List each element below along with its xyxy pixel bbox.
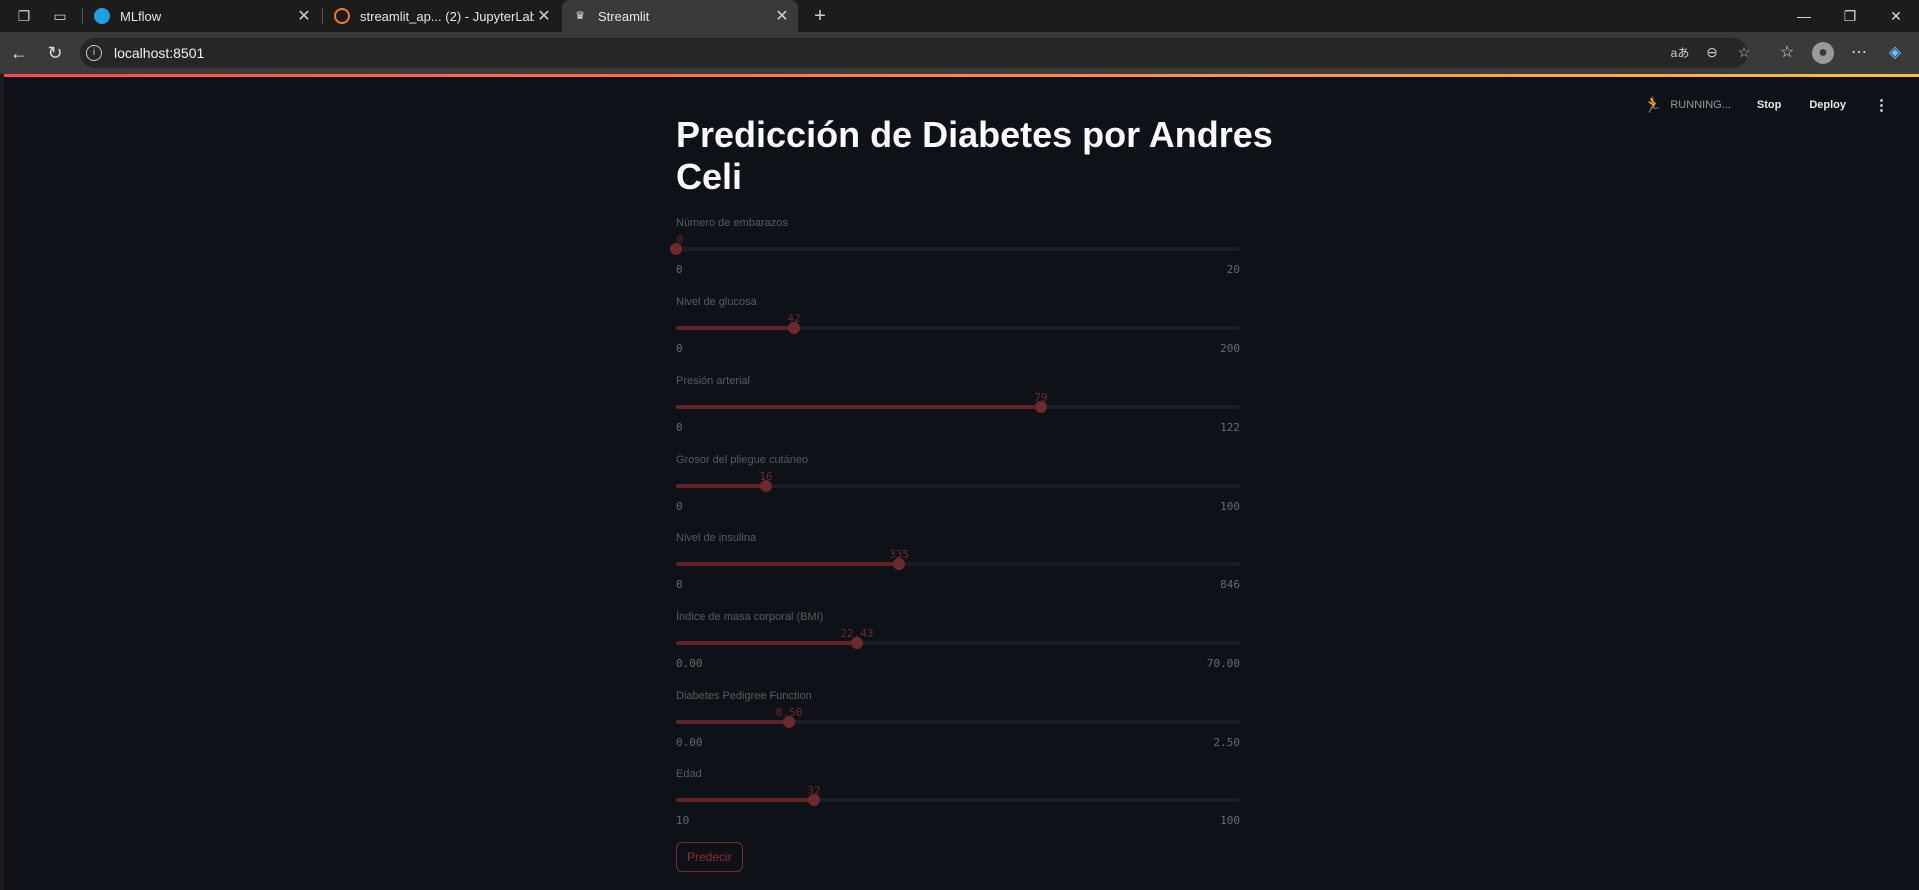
slider-track[interactable] <box>676 558 1240 570</box>
slider-thumb[interactable] <box>760 480 772 492</box>
slider-track[interactable] <box>670 243 1240 255</box>
predict-button[interactable]: Predecir <box>676 842 743 872</box>
slider[interactable]: Número de embarazos 0 0 20 <box>670 217 1240 297</box>
site-info-icon[interactable]: i <box>86 45 102 61</box>
slider-label: Número de embarazos <box>676 217 788 229</box>
app-header-status: 🏃 RUNNING... Stop Deploy ⋮ <box>1644 96 1889 114</box>
refresh-icon[interactable]: ↻ <box>44 42 66 64</box>
mlflow-icon <box>94 8 110 24</box>
slider-max: 100 <box>1220 500 1240 513</box>
url-text: localhost:8501 <box>114 45 205 61</box>
tab-jupyterlab[interactable]: streamlit_ap... (2) - JupyterLab ✕ <box>324 0 560 32</box>
slider[interactable]: Índice de masa corporal (BMI) 22.43 0.00 70… <box>676 611 1240 691</box>
slider-label: Diabetes Pedigree Function <box>676 690 812 702</box>
slider-fill <box>676 405 1041 409</box>
slider-track[interactable] <box>676 794 1240 806</box>
slider-fill <box>676 641 857 645</box>
slider[interactable]: Grosor del pliegue cutáneo 16 0 100 <box>676 454 1240 534</box>
slider[interactable]: Edad 32 10 100 <box>676 768 1240 848</box>
tab-label: Streamlit <box>598 8 650 24</box>
running-status: RUNNING... <box>1670 99 1731 111</box>
streamlit-icon: ♛ <box>575 10 585 22</box>
slider-max: 20 <box>1226 263 1240 276</box>
slider-min: 0 <box>676 342 683 355</box>
tab-streamlit[interactable]: ♛ Streamlit ✕ <box>562 0 798 32</box>
slider-min: 10 <box>676 814 690 827</box>
slider[interactable]: Nivel de glucosa 42 0 200 <box>676 296 1240 376</box>
tab-separator <box>82 8 83 24</box>
workspaces-icon[interactable]: ❐ <box>14 6 34 26</box>
slider[interactable]: Diabetes Pedigree Function 0.50 0.00 2.50 <box>676 690 1240 770</box>
tab-separator <box>322 8 323 24</box>
restore-icon[interactable]: ❐ <box>1838 4 1862 28</box>
vertical-tabs-icon[interactable]: ▭ <box>50 6 70 26</box>
slider-track[interactable] <box>676 322 1240 334</box>
close-icon[interactable]: ✕ <box>294 6 314 26</box>
close-icon[interactable]: ✕ <box>772 6 792 26</box>
slider-label: Nivel de glucosa <box>676 296 757 308</box>
slider-thumb[interactable] <box>851 637 863 649</box>
stop-button[interactable]: Stop <box>1757 99 1781 111</box>
slider-max: 122 <box>1220 421 1240 434</box>
slider-min: 0 <box>676 500 683 513</box>
slider-fill <box>676 484 766 488</box>
slider-fill <box>676 326 794 330</box>
slider-max: 100 <box>1220 814 1240 827</box>
slider-label: Grosor del pliegue cutáneo <box>676 454 809 466</box>
browser-toolbar: ← ↻ i localhost:8501 aあ ⊖ ☆ ☆ ● ⋯ ◈ <box>0 32 1919 74</box>
running-man-icon: 🏃 <box>1643 97 1663 114</box>
slider-thumb[interactable] <box>1035 401 1047 413</box>
slider-label: Índice de masa corporal (BMI) <box>676 611 824 623</box>
address-bar[interactable]: i localhost:8501 aあ ⊖ ☆ <box>80 38 1750 68</box>
more-options-icon[interactable]: ⋯ <box>1848 42 1870 64</box>
slider-thumb[interactable] <box>808 794 820 806</box>
slider-fill <box>676 562 899 566</box>
favorite-star-icon[interactable]: ☆ <box>1734 44 1754 62</box>
slider[interactable]: Presión arterial 79 0 122 <box>676 375 1240 455</box>
close-icon[interactable]: ✕ <box>534 6 554 26</box>
slider-fill <box>676 798 814 802</box>
slider-max: 846 <box>1220 578 1240 591</box>
deploy-button[interactable]: Deploy <box>1809 99 1846 111</box>
slider-thumb[interactable] <box>783 716 795 728</box>
slider-thumb[interactable] <box>893 558 905 570</box>
slider-track[interactable] <box>676 637 1240 649</box>
slider-track[interactable] <box>676 716 1240 728</box>
tab-label: MLflow <box>120 8 162 24</box>
copilot-icon[interactable]: ◈ <box>1884 42 1906 64</box>
slider-max: 70.00 <box>1206 657 1240 670</box>
slider-min: 0 <box>676 421 683 434</box>
browser-tab-strip: ❐ ▭ MLflow ✕ streamlit_ap... (2) - Jupyt… <box>0 0 1919 32</box>
slider[interactable]: Nivel de insulina 335 0 846 <box>676 532 1240 612</box>
slider-label: Nivel de insulina <box>676 532 757 544</box>
new-tab-icon[interactable]: + <box>810 6 830 26</box>
slider-max: 200 <box>1220 342 1240 355</box>
streamlit-decoration-bar <box>4 74 1919 77</box>
read-aloud-icon[interactable]: aあ <box>1670 44 1690 62</box>
slider-min: 0 <box>676 578 683 591</box>
favorites-icon[interactable]: ☆ <box>1776 42 1798 64</box>
slider-label: Edad <box>676 768 702 780</box>
slider-max: 2.50 <box>1213 736 1241 749</box>
slider-track[interactable] <box>676 401 1240 413</box>
slider-thumb[interactable] <box>670 243 682 255</box>
slider-thumb[interactable] <box>788 322 800 334</box>
slider-label: Presión arterial <box>676 375 750 387</box>
minimize-icon[interactable]: — <box>1792 4 1816 28</box>
slider-fill <box>676 720 789 724</box>
window-close-icon[interactable]: ✕ <box>1884 4 1908 28</box>
main-menu-icon[interactable]: ⋮ <box>1874 96 1889 114</box>
tab-mlflow[interactable]: MLflow ✕ <box>84 0 320 32</box>
zoom-out-icon[interactable]: ⊖ <box>1702 44 1722 62</box>
app-left-border <box>0 74 4 890</box>
back-icon[interactable]: ← <box>8 42 30 64</box>
tab-label: streamlit_ap... (2) - JupyterLab <box>360 8 534 24</box>
slider-min: 0.00 <box>676 736 703 749</box>
slider-track[interactable] <box>676 480 1240 492</box>
slider-min: 0.00 <box>676 657 703 670</box>
slider-min: 0 <box>676 263 683 276</box>
jupyter-icon <box>334 8 350 24</box>
page-title: Predicción de Diabetes por Andres Celi <box>676 114 1273 197</box>
profile-avatar-icon[interactable]: ● <box>1812 42 1834 64</box>
